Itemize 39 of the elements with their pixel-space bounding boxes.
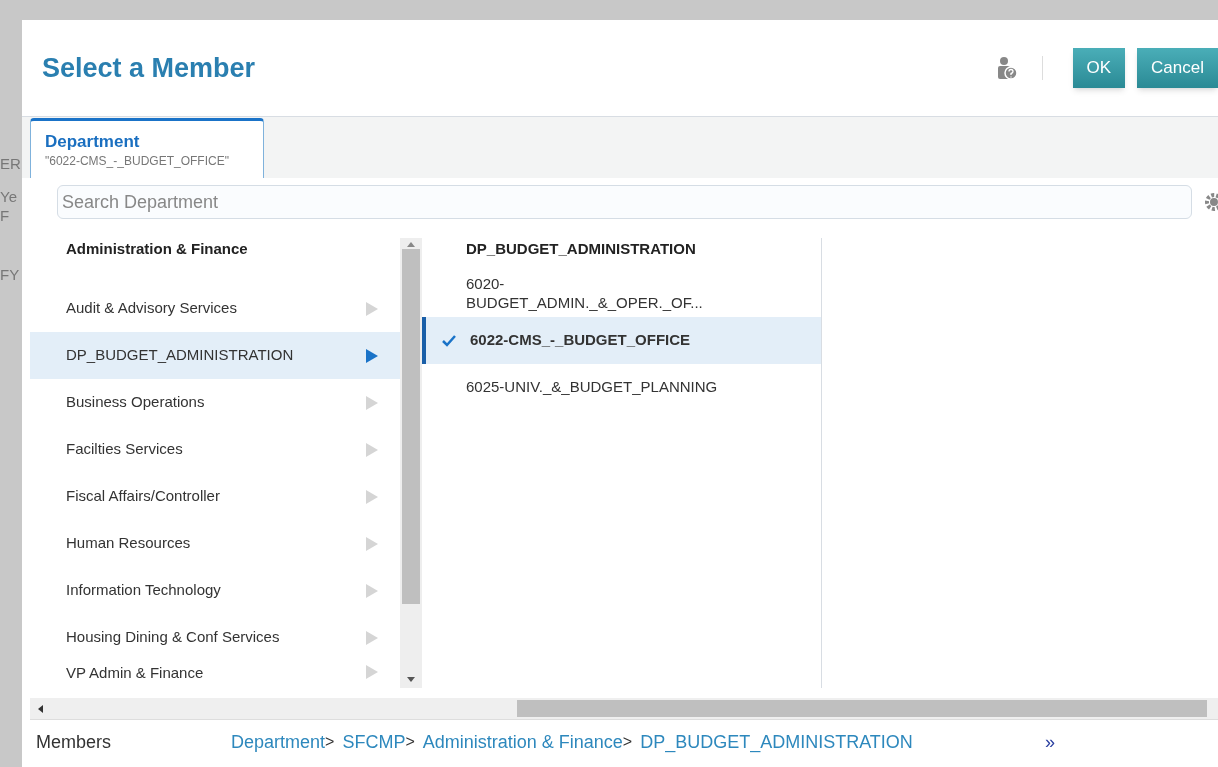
user-help-icon [995, 56, 1018, 80]
footer-label: Members [36, 730, 112, 754]
breadcrumb-link[interactable]: SFCMP [342, 728, 406, 756]
settings-icon[interactable] [1204, 192, 1218, 212]
breadcrumb-separator: > [622, 732, 633, 752]
background-text: ER [0, 156, 22, 171]
member-item[interactable]: 6025-UNIV._&_BUDGET_PLANNING [422, 364, 821, 411]
column-header: DP_BUDGET_ADMINISTRATION [465, 239, 697, 259]
breadcrumb-separator: > [325, 732, 335, 750]
more-button[interactable]: » [1044, 728, 1055, 756]
background-text: F [0, 208, 11, 223]
breadcrumb-link[interactable]: Department [231, 728, 326, 756]
expand-arrow-icon[interactable] [366, 348, 378, 363]
background-text: Ye [0, 189, 18, 204]
breadcrumb-separator: > [405, 732, 415, 752]
member-item[interactable]: Fiscal Affairs/Controller [30, 473, 400, 520]
member-item[interactable]: VP Admin & Finance [30, 661, 400, 688]
member-item[interactable]: Housing Dining & Conf Services [30, 614, 400, 661]
member-item[interactable]: Business Operations [30, 379, 400, 426]
member-item[interactable]: 6020- BUDGET_ADMIN._&_OPER._OF... [422, 270, 821, 317]
breadcrumb-link[interactable]: DP_BUDGET_ADMINISTRATION [640, 728, 913, 756]
column-header: Administration & Finance [65, 239, 249, 259]
member-item[interactable]: Information Technology [30, 567, 400, 614]
member-item[interactable]: Facilties Services [30, 426, 400, 473]
scroll-up-icon[interactable] [407, 242, 415, 247]
member-item[interactable]: 6022-CMS_-_BUDGET_OFFICE [422, 317, 821, 364]
member-item[interactable]: DP_BUDGET_ADMINISTRATION [30, 332, 400, 379]
tab[interactable]: Department "6022-CMS_-_BUDGET_OFFICE" [30, 118, 264, 178]
member-item[interactable]: Audit & Advisory Services [30, 285, 400, 332]
horizontal-scrollbar[interactable] [30, 698, 1218, 720]
dialog-title: Select a Member [42, 51, 257, 85]
scroll-down-icon[interactable] [407, 677, 415, 682]
search-field[interactable]: Search Department [57, 185, 1192, 219]
vertical-scrollbar[interactable] [400, 238, 422, 688]
check-icon [442, 334, 456, 347]
background-text: FY [0, 267, 21, 282]
breadcrumb-link[interactable]: Administration & Finance [422, 728, 623, 756]
scroll-left-icon[interactable] [38, 704, 43, 713]
member-item[interactable]: Human Resources [30, 520, 400, 567]
